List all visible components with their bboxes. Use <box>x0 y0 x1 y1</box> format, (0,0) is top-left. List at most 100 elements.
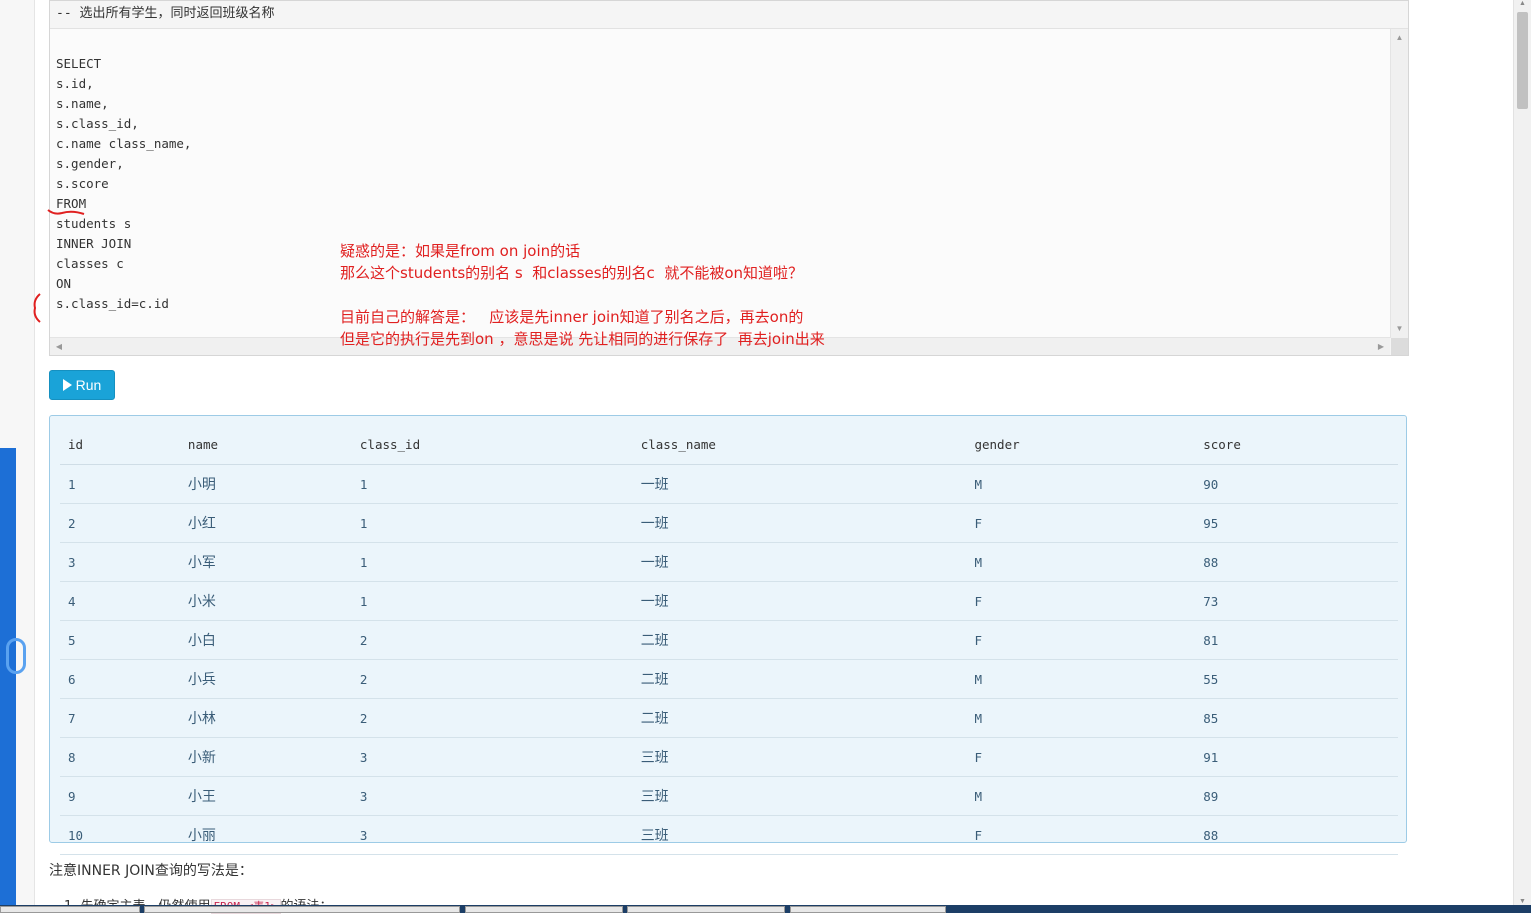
sql-code-line: s.class_id=c.id <box>56 296 169 311</box>
taskbar-item[interactable] <box>465 906 623 913</box>
left-side-panel <box>0 448 26 913</box>
scroll-down-arrow-icon[interactable]: ▼ <box>1391 322 1408 336</box>
run-button-label: Run <box>75 377 102 393</box>
table-cell-id: 2 <box>60 503 180 543</box>
table-cell-gender: M <box>966 698 1196 738</box>
table-cell-gender: F <box>966 581 1196 621</box>
table-cell-score: 95 <box>1195 503 1398 543</box>
table-cell-gender: M <box>966 542 1196 582</box>
table-cell-class-name: 二班 <box>632 620 967 660</box>
taskbar-item[interactable] <box>144 906 460 913</box>
annotation-answer-line-2: 但是它的执行是先到on ，意思是说 先让相同的进行保存了 再去join出来 <box>340 330 825 348</box>
table-cell-class-id: 2 <box>351 698 633 738</box>
table-cell-class-name: 一班 <box>632 581 967 621</box>
table-row: 10 小丽 3 三班 F 88 <box>60 815 1398 855</box>
result-table: id name class_id class_name gender score 1 小明 1… <box>60 424 1398 855</box>
table-cell-score: 88 <box>1195 815 1398 855</box>
red-underline-mark <box>47 209 85 215</box>
sql-editor-box: -- 选出所有学生，同时返回班级名称 SELECT s.id, s.name, s.c… <box>49 0 1409 356</box>
table-cell-score: 73 <box>1195 581 1398 621</box>
table-cell-name: 小兵 <box>179 659 352 699</box>
column-header-id: id <box>60 424 180 465</box>
annotation-answer-line-1: 目前自己的解答是： 应该是先inner join知道了别名之后，再去on的 <box>340 308 804 326</box>
table-row: 3 小军 1 一班 M 88 <box>60 542 1398 582</box>
table-cell-gender: M <box>966 464 1196 504</box>
column-header-class-id: class_id <box>351 424 633 465</box>
taskbar-item[interactable] <box>790 906 946 913</box>
table-cell-name: 小米 <box>179 581 352 621</box>
scroll-right-arrow-icon[interactable]: ▶ <box>1374 338 1388 355</box>
table-row: 5 小白 2 二班 F 81 <box>60 620 1398 660</box>
taskbar-item[interactable] <box>0 906 140 913</box>
scroll-left-arrow-icon[interactable]: ◀ <box>52 338 66 355</box>
editor-vertical-scrollbar[interactable]: ▲ ▼ <box>1390 29 1408 338</box>
scrollbar-corner <box>1391 338 1408 355</box>
table-cell-class-id: 1 <box>351 542 633 582</box>
table-cell-gender: F <box>966 815 1196 855</box>
table-row: 4 小米 1 一班 F 73 <box>60 581 1398 621</box>
table-cell-name: 小林 <box>179 698 352 738</box>
table-cell-score: 81 <box>1195 620 1398 660</box>
table-cell-score: 85 <box>1195 698 1398 738</box>
table-cell-score: 90 <box>1195 464 1398 504</box>
sql-code-line: s.gender, <box>56 156 124 171</box>
table-cell-name: 小白 <box>179 620 352 660</box>
table-cell-name: 小明 <box>179 464 352 504</box>
table-cell-class-name: 二班 <box>632 659 967 699</box>
sql-code-line: students s <box>56 216 132 231</box>
table-cell-id: 6 <box>60 659 180 699</box>
table-cell-id: 4 <box>60 581 180 621</box>
page-scroll-thumb[interactable] <box>1517 12 1528 109</box>
page-vertical-scrollbar[interactable]: ▲ ▼ <box>1513 0 1531 905</box>
table-cell-class-name: 一班 <box>632 542 967 582</box>
table-cell-class-id: 2 <box>351 620 633 660</box>
sql-code-line: s.id, <box>56 76 94 91</box>
sql-code-line: INNER JOIN <box>56 236 132 251</box>
sql-code-line: ON <box>56 276 72 291</box>
table-cell-class-id: 3 <box>351 815 633 855</box>
table-cell-class-id: 3 <box>351 776 633 816</box>
table-cell-name: 小丽 <box>179 815 352 855</box>
table-cell-class-name: 一班 <box>632 503 967 543</box>
column-header-class-name: class_name <box>632 424 967 465</box>
table-cell-id: 7 <box>60 698 180 738</box>
sql-code-area[interactable]: SELECT s.id, s.name, s.class_id, c.name clas… <box>50 29 1390 338</box>
table-cell-id: 8 <box>60 737 180 777</box>
scroll-up-arrow-icon[interactable]: ▲ <box>1391 31 1408 45</box>
table-cell-id: 3 <box>60 542 180 582</box>
sql-code-line: s.class_id, <box>56 116 139 131</box>
table-cell-class-id: 1 <box>351 503 633 543</box>
sql-comment-line: -- 选出所有学生，同时返回班级名称 <box>50 1 1408 29</box>
table-cell-name: 小军 <box>179 542 352 582</box>
sql-code-line: classes c <box>56 256 124 271</box>
column-header-gender: gender <box>966 424 1196 465</box>
table-cell-name: 小新 <box>179 737 352 777</box>
annotation-question-line-1: 疑惑的是：如果是from on join的话 <box>340 242 581 260</box>
table-cell-class-id: 2 <box>351 659 633 699</box>
run-button[interactable]: Run <box>49 370 115 400</box>
table-cell-name: 小红 <box>179 503 352 543</box>
table-cell-id: 5 <box>60 620 180 660</box>
taskbar <box>0 905 1531 913</box>
table-cell-class-name: 三班 <box>632 737 967 777</box>
query-result-panel: id name class_id class_name gender score 1 小明 1… <box>49 415 1407 855</box>
table-cell-class-name: 三班 <box>632 815 967 855</box>
table-row: 1 小明 1 一班 M 90 <box>60 464 1398 504</box>
column-header-score: score <box>1195 424 1398 465</box>
table-cell-class-name: 一班 <box>632 464 967 504</box>
table-cell-class-name: 三班 <box>632 776 967 816</box>
table-cell-gender: M <box>966 659 1196 699</box>
table-row: 6 小兵 2 二班 M 55 <box>60 659 1398 699</box>
table-cell-class-id: 1 <box>351 581 633 621</box>
sql-code-line: c.name class_name, <box>56 136 192 151</box>
taskbar-item[interactable] <box>627 906 785 913</box>
page-scroll-down-icon[interactable]: ▼ <box>1514 898 1531 905</box>
table-cell-name: 小王 <box>179 776 352 816</box>
table-cell-class-id: 3 <box>351 737 633 777</box>
table-cell-gender: F <box>966 503 1196 543</box>
page-scroll-up-icon[interactable]: ▲ <box>1514 0 1531 7</box>
column-header-name: name <box>179 424 352 465</box>
table-cell-score: 91 <box>1195 737 1398 777</box>
table-cell-class-name: 二班 <box>632 698 967 738</box>
sql-code-line: SELECT <box>56 56 102 71</box>
